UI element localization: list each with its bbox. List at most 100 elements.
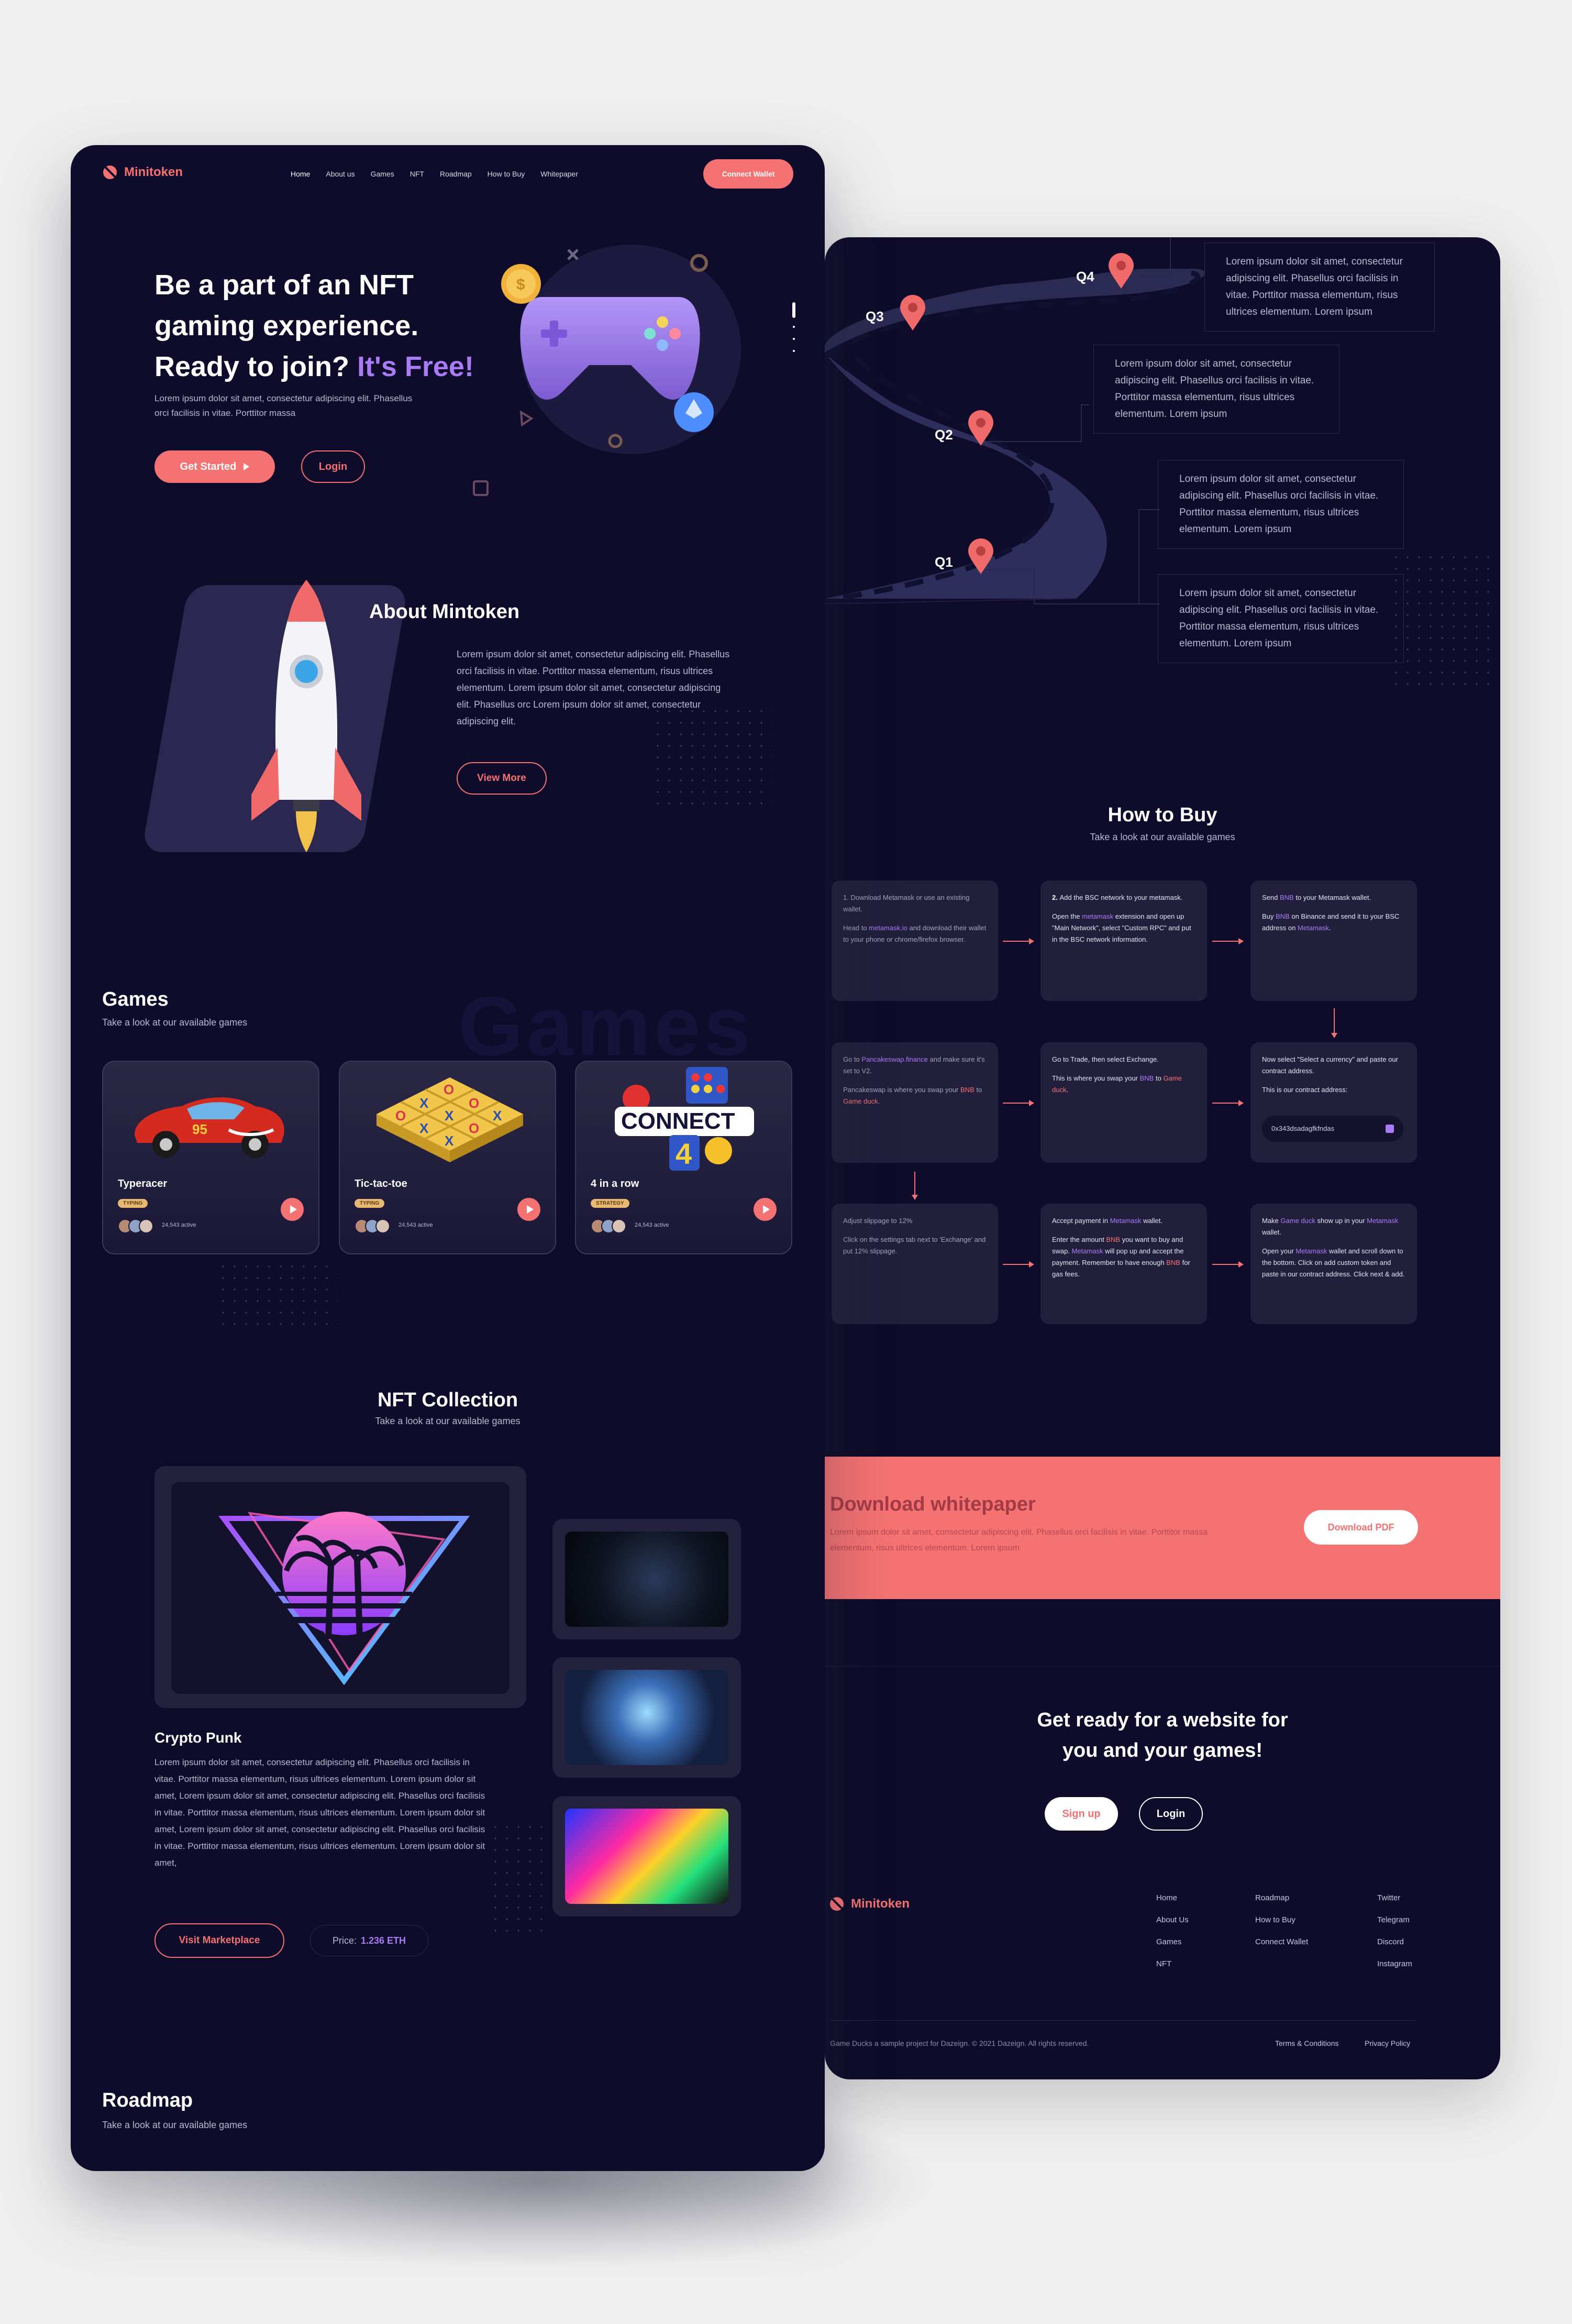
signup-button[interactable]: Sign up <box>1045 1797 1118 1831</box>
nav-nft[interactable]: NFT <box>410 170 424 178</box>
game-name: Typeracer <box>118 1178 168 1189</box>
step-arrow <box>1003 938 1034 944</box>
nft-title: NFT Collection <box>377 1389 518 1411</box>
hero-login-button[interactable]: Login <box>301 450 365 483</box>
contract-address-field[interactable]: 0x343dsadagfkfndas <box>1262 1116 1403 1142</box>
footer-link-howtobuy[interactable]: How to Buy <box>1255 1909 1308 1931</box>
footer-link-discord[interactable]: Discord <box>1377 1931 1412 1953</box>
footer-link-telegram[interactable]: Telegram <box>1377 1909 1412 1931</box>
footer-link-about[interactable]: About Us <box>1156 1909 1189 1931</box>
nft-thumb-2[interactable] <box>552 1657 741 1778</box>
cta-line-1: Get ready for a website for <box>1037 1709 1288 1731</box>
terms-link[interactable]: Terms & Conditions <box>1275 2039 1338 2047</box>
connect4-illustration: CONNECT 4 <box>615 1067 754 1171</box>
nav-home[interactable]: Home <box>291 170 310 178</box>
header-brand[interactable]: Minitoken <box>103 165 183 180</box>
view-more-button[interactable]: View More <box>457 762 547 795</box>
copyright-text: Game Ducks a sample project for Dazeign.… <box>830 2039 1089 2047</box>
active-count: 24,543 active <box>635 1222 669 1228</box>
play-arrow-icon <box>243 463 250 470</box>
footer-link-roadmap[interactable]: Roadmap <box>1255 1887 1308 1909</box>
cta-login-button[interactable]: Login <box>1139 1797 1203 1831</box>
play-button[interactable] <box>281 1198 304 1221</box>
connect-wallet-button[interactable]: Connect Wallet <box>703 159 793 189</box>
step-arrow <box>1212 1100 1244 1106</box>
nft-thumb-1-image <box>565 1532 728 1627</box>
whitepaper-banner: Download whitepaper Lorem ipsum dolor si… <box>825 1457 1500 1599</box>
roadmap-subtitle: Take a look at our available games <box>102 2120 248 2130</box>
footer-link-nft[interactable]: NFT <box>1156 1953 1189 1975</box>
copy-icon[interactable] <box>1386 1125 1394 1133</box>
game-tag: TYPING <box>118 1199 148 1208</box>
cta-heading: Get ready for a website for you and your… <box>825 1705 1500 1766</box>
dot-grid <box>1390 552 1495 688</box>
price-label: Price: <box>332 1935 357 1946</box>
game-card-typeracer[interactable]: 95 Typeracer TYPING 24,543 active <box>102 1061 319 1254</box>
game-tag: STRATEGY <box>591 1199 629 1208</box>
visit-marketplace-button[interactable]: Visit Marketplace <box>154 1923 284 1958</box>
roadmap-q2-box: Lorem ipsum dolor sit amet, consectetur … <box>1158 460 1404 549</box>
featured-nft-frame[interactable] <box>154 1466 526 1708</box>
howto-subtitle: Take a look at our available games <box>1090 832 1235 842</box>
game-name: Tic-tac-toe <box>355 1178 407 1189</box>
hero-body: Lorem ipsum dolor sit amet, consectetur … <box>154 393 413 418</box>
scroll-indicator[interactable] <box>792 302 795 318</box>
scroll-dot[interactable] <box>793 350 795 352</box>
step-card-9: Make Game duck show up in your Metamask … <box>1250 1204 1417 1324</box>
step-card-4: Go to Pancakeswap.finance and make sure … <box>832 1042 998 1163</box>
games-watermark: Games <box>458 979 754 1073</box>
footer-link-home[interactable]: Home <box>1156 1887 1189 1909</box>
step-card-6: Now select "Select a currency" and paste… <box>1250 1042 1417 1163</box>
nav-about[interactable]: About us <box>326 170 355 178</box>
footer-col-2: Roadmap How to Buy Connect Wallet <box>1255 1887 1308 1953</box>
privacy-link[interactable]: Privacy Policy <box>1365 2039 1410 2047</box>
footer-col-1: Home About Us Games NFT <box>1156 1887 1189 1975</box>
svg-text:4: 4 <box>676 1137 692 1170</box>
nav-roadmap[interactable]: Roadmap <box>440 170 472 178</box>
step-card-7: Adjust slippage to 12% Click on the sett… <box>832 1204 998 1324</box>
left-page-panel: Minitoken Home About us Games NFT Roadma… <box>71 145 825 2171</box>
get-started-button[interactable]: Get Started <box>154 450 275 483</box>
whitepaper-title: Download whitepaper <box>830 1493 1036 1515</box>
svg-text:X: X <box>445 1133 454 1149</box>
footer-brand[interactable]: Minitoken <box>830 1897 910 1911</box>
nft-thumb-2-image <box>565 1670 728 1765</box>
game-card-tictactoe[interactable]: OX OX OX XO X Tic-tac-toe TYPING 24,543 … <box>339 1061 556 1254</box>
games-title: Games <box>102 988 169 1010</box>
roadmap-q3-box: Lorem ipsum dolor sit amet, consectetur … <box>1093 345 1339 434</box>
footer-link-games[interactable]: Games <box>1156 1931 1189 1953</box>
svg-text:X: X <box>419 1120 429 1136</box>
play-button[interactable] <box>754 1198 777 1221</box>
hero-accent: It's Free! <box>357 351 474 382</box>
nav-whitepaper[interactable]: Whitepaper <box>540 170 578 178</box>
svg-text:O: O <box>469 1095 479 1111</box>
footer-link-connect-wallet[interactable]: Connect Wallet <box>1255 1931 1308 1953</box>
step-arrow <box>912 1172 918 1200</box>
player-avatars <box>118 1219 153 1233</box>
footer-col-3: Twitter Telegram Discord Instagram <box>1377 1887 1412 1975</box>
roadmap-title: Roadmap <box>102 2089 193 2111</box>
svg-text:$: $ <box>516 276 525 293</box>
dot-grid <box>217 1261 338 1334</box>
roadmap-q4-box: Lorem ipsum dolor sit amet, consectetur … <box>1204 243 1435 332</box>
nft-thumb-1[interactable] <box>552 1519 741 1639</box>
download-pdf-button[interactable]: Download PDF <box>1304 1510 1418 1545</box>
nav-howtobuy[interactable]: How to Buy <box>488 170 525 178</box>
scroll-dot[interactable] <box>793 326 795 328</box>
svg-text:95: 95 <box>192 1121 207 1137</box>
footer-link-instagram[interactable]: Instagram <box>1377 1953 1412 1975</box>
step-card-2: 2. Add the BSC network to your metamask.… <box>1040 880 1207 1001</box>
avatar <box>139 1219 153 1233</box>
whitepaper-body: Lorem ipsum dolor sit amet, consectetur … <box>830 1528 1208 1552</box>
cta-line-2: you and your games! <box>1062 1739 1263 1761</box>
game-card-4inarow[interactable]: CONNECT 4 4 in a row STRATEGY 24,543 act… <box>575 1061 792 1254</box>
nav-games[interactable]: Games <box>371 170 394 178</box>
hero-line-3: Ready to join? <box>154 351 350 382</box>
scroll-dot[interactable] <box>793 338 795 340</box>
hero-line-2: gaming experience. <box>154 310 419 342</box>
svg-text:CONNECT: CONNECT <box>621 1108 735 1134</box>
footer-link-twitter[interactable]: Twitter <box>1377 1887 1412 1909</box>
nft-thumb-3[interactable] <box>552 1796 741 1917</box>
step-card-8: Accept payment in Metamask wallet. Enter… <box>1040 1204 1207 1324</box>
play-button[interactable] <box>517 1198 540 1221</box>
